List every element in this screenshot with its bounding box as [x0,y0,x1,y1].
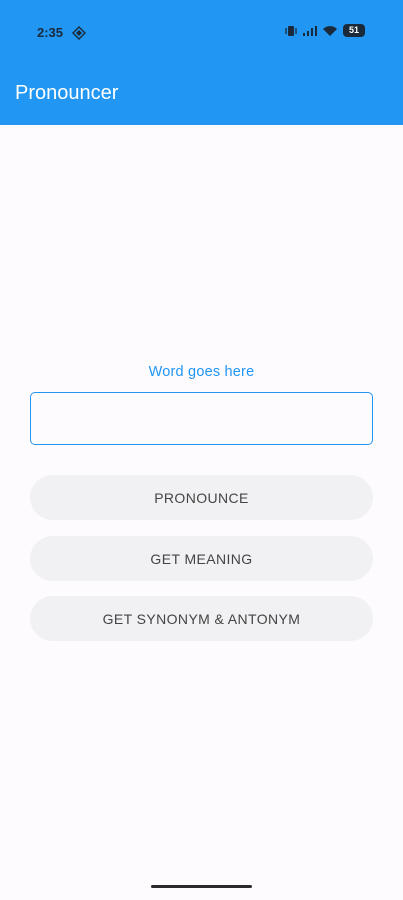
signal-icon [303,25,317,36]
word-label: Word goes here [148,364,255,380]
get-meaning-button[interactable]: GET MEANING [30,536,373,581]
app-bar: 2:35 51 Pronouncer [0,0,403,125]
status-time: 2:35 [37,25,64,40]
diamond-icon [72,26,86,40]
word-input[interactable] [30,392,373,445]
vibrate-icon [285,25,297,36]
get-synonym-antonym-button[interactable]: GET SYNONYM & ANTONYM [30,596,373,641]
app-title: Pronouncer [15,82,119,104]
wifi-icon [323,25,337,36]
status-icons: 51 [284,24,365,37]
home-indicator[interactable] [151,885,252,888]
pronounce-button[interactable]: PRONOUNCE [30,475,373,520]
battery-icon: 51 [343,24,365,37]
